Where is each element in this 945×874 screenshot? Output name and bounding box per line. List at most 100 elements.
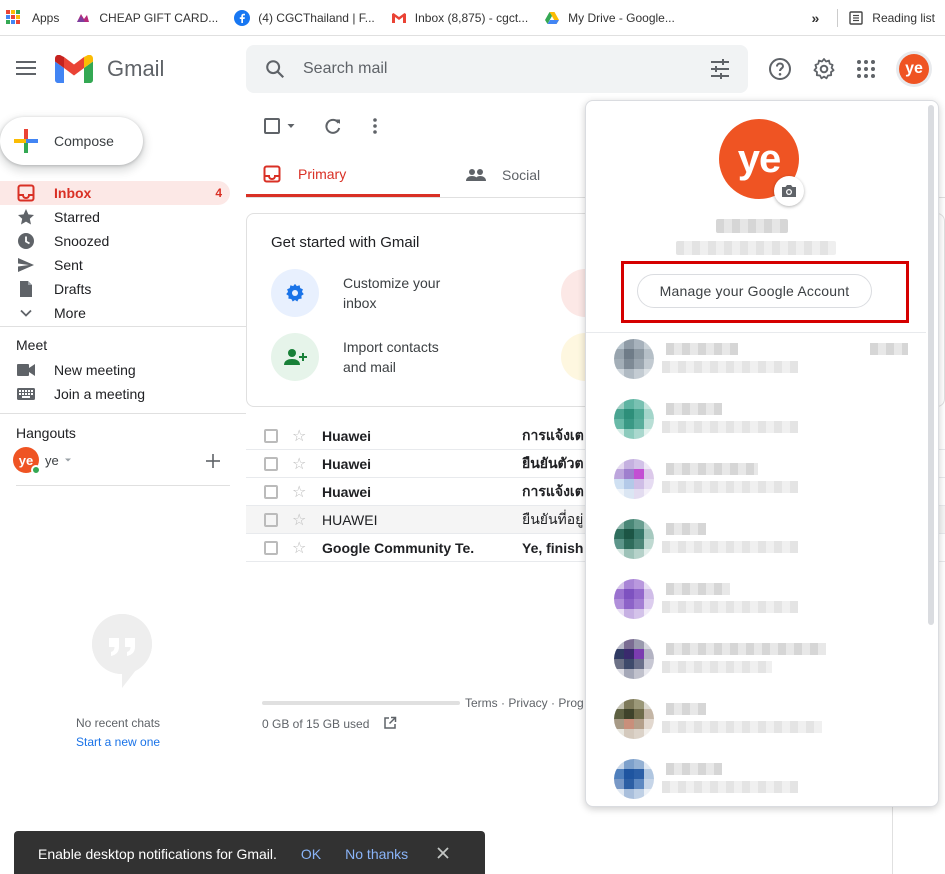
compose-button[interactable]: Compose [0,117,143,165]
email-sender: Huawei [322,455,372,472]
list-item[interactable] [614,457,914,501]
import-contacts-item[interactable]: Import contacts and mail [271,333,439,381]
gmail-logo[interactable]: Gmail [55,55,164,83]
sidebar-item-label: Inbox [54,185,92,201]
more-options-icon[interactable] [372,117,378,135]
camera-icon[interactable] [774,176,804,206]
hangouts-username: ye [45,452,59,468]
search-options-icon[interactable] [710,59,730,84]
sidebar-item-sent[interactable]: Sent [0,253,230,277]
chat-bubble-icon [92,614,152,688]
card-item-line2: and mail [343,359,396,375]
reading-list-button[interactable]: Reading list [848,6,935,30]
account-avatar [614,519,654,559]
list-item[interactable] [614,517,914,561]
storage-usage-label: 0 GB of 15 GB used [262,717,370,731]
main-right-border [892,807,893,874]
star-outline-icon[interactable]: ☆ [292,538,312,558]
list-item[interactable] [614,697,914,741]
sidebar-item-new-meeting[interactable]: New meeting [0,358,230,382]
search-icon[interactable] [264,58,286,85]
email-sender: Huawei [322,483,372,500]
inbox-icon [263,165,281,182]
row-checkbox[interactable] [264,540,278,555]
search-bar[interactable]: Search mail [246,45,748,93]
customize-inbox-item[interactable]: Customize your inbox [271,269,440,317]
account-avatar [614,339,654,379]
add-chat-icon[interactable] [205,453,221,474]
toast-ok-button[interactable]: OK [301,846,321,862]
bookmarks-divider [837,9,839,27]
sidebar-item-snoozed[interactable]: Snoozed [0,229,230,253]
bookmark-facebook[interactable]: (4) CGCThailand | F... [234,6,375,30]
toast-no-thanks-button[interactable]: No thanks [345,846,408,862]
list-item[interactable] [614,577,914,621]
bookmarks-overflow-button[interactable]: » [812,10,820,26]
row-checkbox[interactable] [264,512,278,527]
external-link-icon[interactable] [383,716,397,730]
tab-social[interactable]: Social [466,153,540,197]
star-outline-icon[interactable]: ☆ [292,482,312,502]
email-subject: Ye, finish [522,539,584,556]
account-avatar [614,639,654,679]
star-outline-icon[interactable]: ☆ [292,426,312,446]
select-dropdown-icon[interactable] [286,121,296,131]
card-item-line1: Import contacts [343,339,439,355]
settings-gear-icon[interactable] [812,57,836,81]
caret-down-icon [64,458,71,462]
row-checkbox[interactable] [264,428,278,443]
main-menu-icon[interactable] [16,61,36,79]
sidebar-item-more[interactable]: More [0,301,230,325]
list-item[interactable] [614,397,914,441]
gmail-logo-icon [55,55,93,83]
email-subject: การแจ้งเต [522,426,584,443]
bookmark-google-drive[interactable]: My Drive - Google... [544,6,675,30]
list-item[interactable] [614,337,914,381]
account-popup-scrollbar[interactable] [928,105,934,625]
list-item[interactable] [614,757,914,801]
bookmark-label: (4) CGCThailand | F... [258,10,375,25]
google-apps-icon[interactable] [854,57,878,81]
search-input[interactable]: Search mail [303,60,387,78]
list-item[interactable] [614,637,914,681]
avatar-initials: ye [899,54,929,84]
sidebar-item-label: Join a meeting [54,386,146,402]
add-person-icon [271,333,319,381]
meet-section-title: Meet [16,337,48,353]
gift-card-icon [75,10,91,26]
star-outline-icon[interactable]: ☆ [292,454,312,474]
row-checkbox[interactable] [264,456,278,471]
help-icon[interactable] [768,57,792,81]
account-avatar-button[interactable]: ye [896,51,932,87]
row-checkbox[interactable] [264,484,278,499]
tab-primary[interactable]: Primary [246,153,440,197]
gmail-header: Gmail Search mail ye [0,37,945,101]
reading-list-label: Reading list [872,11,935,25]
hangouts-user[interactable]: ye ye [13,447,73,475]
gmail-logo-text: Gmail [107,56,165,81]
close-icon[interactable] [436,846,450,863]
refresh-icon[interactable] [324,117,342,135]
start-new-chat-link[interactable]: Start a new one [76,735,160,749]
sidebar-item-starred[interactable]: Starred [0,205,230,229]
sidebar-item-inbox[interactable]: Inbox 4 [0,181,230,205]
account-avatar [614,459,654,499]
desktop-notification-toast: Enable desktop notifications for Gmail. … [14,831,485,874]
bookmark-gift-card[interactable]: CHEAP GIFT CARD... [75,6,218,30]
select-all-checkbox[interactable] [264,118,280,134]
bookmark-gmail-inbox[interactable]: Inbox (8,875) - cgct... [391,6,528,30]
sidebar-divider [16,485,230,486]
storage-usage-text: 0 GB of 15 GB used [262,716,397,731]
inbox-icon [17,184,35,202]
toast-message: Enable desktop notifications for Gmail. [38,846,277,862]
manage-google-account-button[interactable]: Manage your Google Account [637,274,872,308]
footer-links[interactable]: Terms · Privacy · Prog [465,696,584,710]
keyboard-icon [17,385,35,403]
sidebar-item-drafts[interactable]: Drafts [0,277,230,301]
bookmark-apps[interactable]: Apps [6,6,59,30]
account-avatar [614,579,654,619]
star-outline-icon[interactable]: ☆ [292,510,312,530]
account-popup: ye Manage your Google Account [585,100,939,807]
storage-progress-bar [262,701,460,705]
sidebar-item-join-meeting[interactable]: Join a meeting [0,382,230,406]
